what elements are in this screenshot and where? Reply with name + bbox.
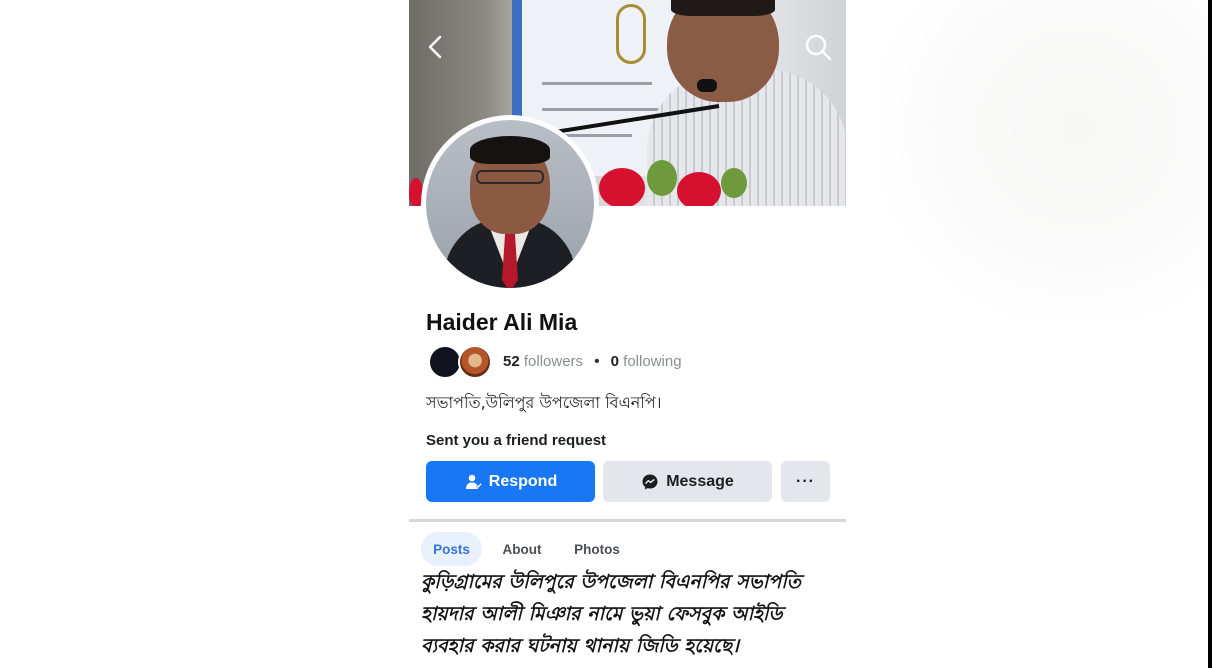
- cover-microphone-head: [697, 79, 717, 92]
- profile-bio: সভাপতি,উলিপুর উপজেলা বিএনপি।: [426, 393, 662, 412]
- screen-edge-bar: [1208, 0, 1212, 668]
- friend-request-notice: Sent you a friend request: [426, 432, 607, 449]
- more-dots-icon: ···: [796, 472, 815, 490]
- followers-label[interactable]: followers: [524, 353, 583, 370]
- section-divider: [409, 519, 846, 522]
- back-arrow-icon: [428, 35, 442, 59]
- tab-photos[interactable]: Photos: [565, 532, 629, 566]
- following-label[interactable]: following: [623, 353, 681, 370]
- cover-flower: [677, 172, 721, 206]
- news-caption: কুড়িগ্রামের উলিপুরে উপজেলা বিএনপির সভাপ…: [421, 571, 801, 657]
- follower-avatar[interactable]: [458, 345, 492, 379]
- back-button[interactable]: [421, 32, 451, 62]
- message-button[interactable]: Message: [603, 461, 772, 502]
- cover-person-hair: [671, 0, 775, 16]
- cover-emblem: [616, 4, 646, 64]
- profile-screen: Haider Ali Mia 52 followers • 0 followin…: [409, 0, 846, 668]
- more-options-button[interactable]: ···: [781, 461, 830, 502]
- search-button[interactable]: [803, 32, 833, 62]
- follower-avatar[interactable]: [428, 345, 462, 379]
- followers-count: 52: [503, 353, 520, 370]
- cover-leaf: [647, 160, 677, 196]
- cover-flower: [599, 168, 645, 206]
- tab-about[interactable]: About: [493, 532, 551, 566]
- respond-label: Respond: [488, 472, 558, 490]
- respond-button[interactable]: Respond: [426, 461, 595, 502]
- follow-stats: 52 followers • 0 following: [503, 353, 682, 370]
- background-haze: [880, 0, 1210, 320]
- search-icon: [805, 34, 832, 61]
- profile-photo: [426, 120, 594, 288]
- person-respond-icon: [465, 474, 482, 489]
- separator-dot: •: [594, 353, 600, 370]
- cover-leaf: [721, 168, 747, 198]
- profile-avatar[interactable]: [421, 115, 599, 293]
- message-label: Message: [666, 472, 734, 490]
- tab-posts[interactable]: Posts: [421, 532, 482, 566]
- profile-name: Haider Ali Mia: [426, 309, 578, 335]
- following-count: 0: [610, 353, 619, 370]
- messenger-icon: [642, 474, 658, 489]
